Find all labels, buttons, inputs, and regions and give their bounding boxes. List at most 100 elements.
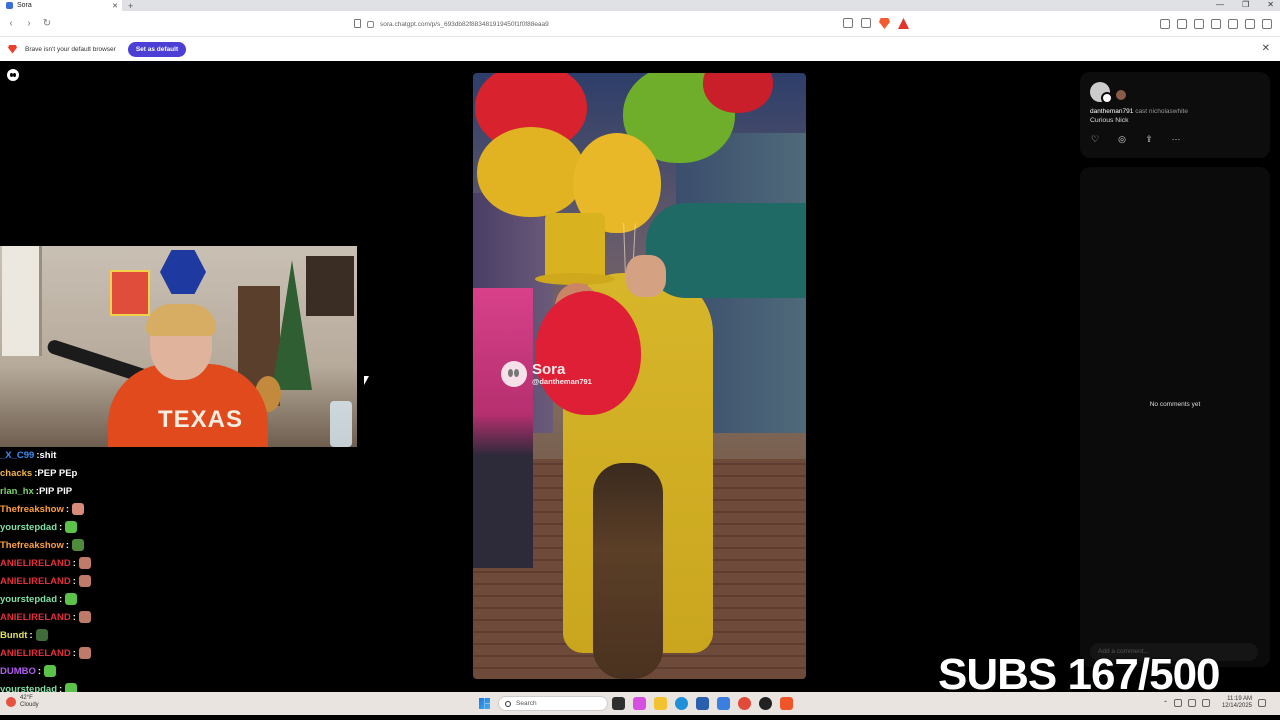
author-avatar[interactable] xyxy=(1090,82,1113,104)
chat-emote-icon xyxy=(78,647,91,659)
chat-username[interactable]: _X_C99 xyxy=(0,450,34,461)
chat-username[interactable]: chacks xyxy=(0,468,32,479)
windows-start-icon[interactable] xyxy=(479,698,490,709)
chat-username[interactable]: Thefreakshow xyxy=(0,540,64,551)
post-actions: ♡ ◎ ⇪ ··· xyxy=(1090,134,1181,144)
brave-shields-icon[interactable] xyxy=(879,18,890,29)
share-icon[interactable] xyxy=(861,18,871,28)
webcam-window xyxy=(2,246,42,356)
reload-icon[interactable]: ↻ xyxy=(40,18,54,29)
chat-username[interactable]: yourstepdad xyxy=(0,594,57,605)
clock-date: 12/14/2025 xyxy=(1221,703,1252,709)
media-icon[interactable] xyxy=(1177,19,1187,29)
forward-arrow-icon[interactable]: › xyxy=(22,18,36,29)
webcam-water-bottle xyxy=(330,401,352,447)
webcam-cabinet xyxy=(306,256,354,316)
share-icon[interactable]: ⇪ xyxy=(1144,134,1154,144)
chat-username[interactable]: ANIELIRELAND xyxy=(0,648,71,659)
address-bar: ‹ › ↻ sora.chatgpt.com/p/s_693db82f88348… xyxy=(0,11,1280,37)
close-window-button[interactable]: ✕ xyxy=(1267,0,1274,9)
chat-message: _X_C99 : shit xyxy=(0,446,200,464)
minimize-button[interactable]: — xyxy=(1216,0,1224,9)
address-bar-actions xyxy=(843,18,909,29)
maximize-button[interactable]: ❐ xyxy=(1242,0,1249,9)
weather-widget[interactable]: 42°F Cloudy xyxy=(6,695,39,709)
extensions-icon[interactable] xyxy=(1211,19,1221,29)
chat-text: shit xyxy=(39,449,57,461)
sora-favicon-icon xyxy=(6,2,13,9)
close-tab-icon[interactable]: ✕ xyxy=(112,2,118,10)
outlook-icon[interactable] xyxy=(717,697,730,710)
webcam-streamer-hair xyxy=(146,304,216,336)
reader-mode-icon[interactable] xyxy=(843,18,853,28)
chat-username[interactable]: ANIELIRELAND xyxy=(0,576,71,587)
balloon-red-front xyxy=(535,291,641,415)
screen: Sora ✕ + — ❐ ✕ ‹ › ↻ sora.chatgpt.com/p/… xyxy=(0,0,1280,720)
chat-separator: : xyxy=(59,521,63,533)
set-as-default-button[interactable]: Set as default xyxy=(127,41,187,57)
mic-icon[interactable] xyxy=(1187,699,1196,707)
author-name[interactable]: dantheman791 xyxy=(1090,108,1133,115)
weather-temp: 42°F xyxy=(20,695,33,701)
watermark-title: Sora xyxy=(532,361,566,378)
sidebar-icon[interactable] xyxy=(1160,19,1170,29)
comments-panel: No comments yet Add a comment... xyxy=(1080,167,1270,667)
site-info-icon[interactable] xyxy=(367,20,374,28)
url-field[interactable]: sora.chatgpt.com/p/s_693db82f88348191945… xyxy=(367,16,847,32)
heart-icon[interactable]: ♡ xyxy=(1090,134,1100,144)
chat-separator: : xyxy=(65,503,70,515)
clock-time: 11:19 AM xyxy=(1227,696,1252,702)
sora-logo-icon[interactable] xyxy=(7,69,19,81)
network-icon[interactable] xyxy=(1173,699,1182,707)
wallet-icon[interactable] xyxy=(1228,19,1238,29)
chat-username[interactable]: DUMBO xyxy=(0,666,36,677)
bookmark-icon[interactable] xyxy=(354,19,361,28)
close-infobar-icon[interactable]: ✕ xyxy=(1262,43,1270,54)
brave-rewards-icon[interactable] xyxy=(898,18,909,29)
chat-username[interactable]: ANIELIRELAND xyxy=(0,612,71,623)
taskbar-search[interactable]: Search xyxy=(498,696,608,711)
clock[interactable]: 11:19 AM 12/14/2025 xyxy=(1222,696,1252,710)
chat-text: PIP PIP xyxy=(38,485,73,497)
obs-icon[interactable] xyxy=(759,697,772,710)
notifications-icon[interactable] xyxy=(1258,699,1266,707)
volume-icon[interactable] xyxy=(1201,699,1210,707)
copilot-icon[interactable] xyxy=(633,697,646,710)
post-byline: dantheman791 cast nicholaswhite xyxy=(1090,108,1188,115)
webcam-overlay: TEXAS xyxy=(0,246,357,447)
tab-sora[interactable]: Sora ✕ xyxy=(0,0,122,11)
child-figure xyxy=(473,288,533,568)
chat-username[interactable]: Bundt xyxy=(0,630,27,641)
chat-username[interactable]: yourstepdad xyxy=(0,522,57,533)
tray-overflow-icon[interactable]: ⌃ xyxy=(1163,700,1168,707)
more-icon[interactable]: ··· xyxy=(1171,134,1181,144)
webcam-hex-decor xyxy=(160,250,206,294)
edge-icon[interactable] xyxy=(675,697,688,710)
file-explorer-icon[interactable] xyxy=(654,697,667,710)
chat-username[interactable]: rlan_hx xyxy=(0,486,34,497)
brave-taskbar-icon[interactable] xyxy=(780,697,793,710)
chat-separator: : xyxy=(29,629,33,641)
chat-message: rlan_hx : PIP PIP xyxy=(0,482,200,500)
chat-username[interactable]: Thefreakshow xyxy=(0,504,64,515)
system-tray: ⌃ 11:19 AM 12/14/2025 xyxy=(1163,696,1266,710)
sora-watermark-icon xyxy=(501,361,527,387)
split-view-icon[interactable] xyxy=(1194,19,1204,29)
chrome-icon[interactable] xyxy=(738,697,751,710)
video-player[interactable]: Sora @dantheman791 xyxy=(473,73,806,679)
menu-icon[interactable] xyxy=(1262,19,1272,29)
new-tab-button[interactable]: + xyxy=(128,1,133,11)
task-view-icon[interactable] xyxy=(612,697,625,710)
cast-avatar[interactable] xyxy=(1116,90,1126,100)
chat-separator: : xyxy=(72,647,76,659)
webcam-poster xyxy=(110,270,150,316)
chat-username[interactable]: ANIELIRELAND xyxy=(0,558,71,569)
remix-icon[interactable]: ◎ xyxy=(1117,134,1127,144)
back-arrow-icon[interactable]: ‹ xyxy=(4,18,18,29)
balloon-yellow xyxy=(477,127,585,217)
chat-emote-icon xyxy=(35,629,48,641)
store-icon[interactable] xyxy=(696,697,709,710)
cast-user[interactable]: nicholaswhite xyxy=(1149,108,1188,115)
taskbar-search-label: Search xyxy=(516,700,537,707)
vpn-icon[interactable] xyxy=(1245,19,1255,29)
